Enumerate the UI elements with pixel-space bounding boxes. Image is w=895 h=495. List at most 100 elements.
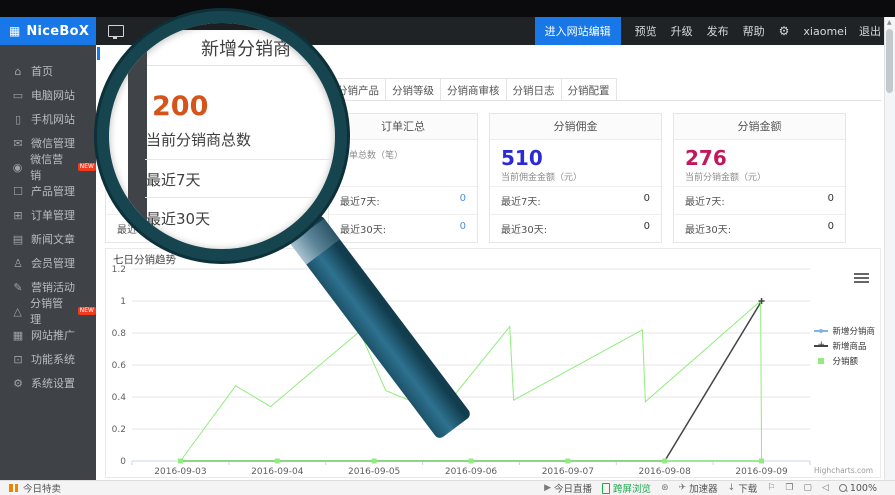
sidebar-item-1[interactable]: ▭ 电脑网站 [0, 83, 96, 107]
sidebar-item-8[interactable]: ♙ 会员管理 [0, 251, 96, 275]
sidebar-item-2[interactable]: ▯手机网站 [0, 107, 96, 131]
sidebar-item-4[interactable]: ◉微信营销NEW [0, 155, 96, 179]
sidebar-item-11[interactable]: ▦网站推广 [0, 323, 96, 347]
svg-text:1.2: 1.2 [112, 265, 126, 275]
card-header: 订单汇总 [329, 114, 477, 140]
status-bar: 今日特卖 ▶ 今日直播 跨屏浏览 ⊛ ✈ 加速器 ↓ 下载 ⚐ ❐ ▢ ◁ 10… [0, 480, 895, 495]
card-label: 当前分销金额（元） [685, 170, 834, 183]
legend-new-products[interactable]: + 新增商品 [814, 340, 875, 352]
sidebar-item-label: 电脑网站 [31, 87, 75, 103]
svg-text:2016-09-03: 2016-09-03 [154, 467, 206, 477]
new-badge: NEW [78, 307, 96, 315]
tab-distributor-review[interactable]: 分销商审核 [440, 78, 507, 100]
row-label: 最近30天: [501, 221, 547, 236]
sidebar-item-label: 产品管理 [31, 183, 75, 199]
chart-legend: 新增分销商 + 新增商品 分销额 [814, 325, 875, 370]
row-value[interactable]: 0 [460, 221, 466, 236]
legend-new-distributors[interactable]: 新增分销商 [814, 325, 875, 337]
svg-text:0.4: 0.4 [112, 393, 127, 403]
sidebar-item-label: 营销活动 [31, 279, 75, 295]
divider [147, 65, 335, 66]
enter-site-edit-button[interactable]: 进入网站编辑 [535, 17, 621, 45]
sidebar-item-13[interactable]: ⚙ 系统设置 [0, 371, 96, 395]
tab-distribution-log[interactable]: 分销日志 [506, 78, 562, 100]
highcharts-credit[interactable]: Highcharts.com [814, 466, 873, 475]
sidebar-item-12[interactable]: ⊡功能系统 [0, 347, 96, 371]
row-value: 0 [828, 221, 834, 236]
phone-screen-icon [602, 483, 610, 494]
card-distribution-amount: 分销金额 276 当前分销金额（元） 最近7天:0 最近30天:0 [673, 113, 846, 243]
zoom-level-item[interactable]: 100% [839, 483, 877, 494]
row-value[interactable]: 0 [460, 193, 466, 208]
play-icon: ▶ [544, 483, 551, 493]
scroll-up-icon[interactable]: ▲ [887, 19, 892, 26]
scrollbar-thumb[interactable] [886, 29, 893, 93]
svg-text:0.2: 0.2 [112, 425, 126, 435]
wechat-icon: ✉ [12, 137, 24, 150]
svg-text:2016-09-07: 2016-09-07 [542, 467, 594, 477]
member-icon: ♙ [12, 257, 24, 270]
card-value: 276 [685, 147, 834, 169]
chart-menu-icon[interactable] [854, 273, 869, 285]
svg-text:0.8: 0.8 [112, 329, 127, 339]
sidebar-item-5[interactable]: ☐ 产品管理 [0, 179, 96, 203]
tab-distribution-levels[interactable]: 分销等级 [385, 78, 441, 100]
username[interactable]: xiaomei [803, 25, 847, 38]
svg-text:2016-09-04: 2016-09-04 [251, 467, 304, 477]
circle-tool-item[interactable]: ⊛ [661, 483, 669, 493]
sidebar-item-label: 系统设置 [31, 375, 75, 391]
sidebar-item-10[interactable]: △分销管理NEW [0, 299, 96, 323]
sidebar-item-0[interactable]: ⌂首页 [0, 59, 96, 83]
folder-item[interactable]: ❐ [785, 483, 793, 493]
preview-link[interactable]: 预览 [635, 23, 657, 39]
row-value: 0 [828, 193, 834, 208]
window-title-strip [0, 0, 895, 17]
publish-link[interactable]: 发布 [707, 23, 729, 39]
flag-item[interactable]: ⚐ [767, 483, 775, 493]
todays-deal-link[interactable]: 今日特卖 [23, 481, 61, 495]
logo[interactable]: ▦ NiceBoX [0, 17, 96, 45]
card-commission: 分销佣金 510 当前佣金金额（元） 最近7天:0 最近30天:0 [489, 113, 662, 243]
rocket-icon: ✈ [679, 483, 687, 493]
chart-panel: 七日分销趋势 00.20.40.60.811.22016-09-032016-0… [105, 248, 881, 478]
settings-icon: ⚙ [12, 377, 24, 390]
gear-icon[interactable]: ⚙ [779, 24, 790, 38]
sidebar-item-7[interactable]: ▤新闻文章 [0, 227, 96, 251]
cross-screen-item[interactable]: 跨屏浏览 [602, 481, 651, 495]
help-link[interactable]: 帮助 [743, 23, 765, 39]
order-icon: ⊞ [12, 209, 24, 222]
news-icon: ▤ [12, 233, 24, 246]
circle-icon: ⊛ [661, 483, 669, 493]
topbar-actions: 进入网站编辑 预览 升级 发布 帮助 ⚙ xiaomei 退出 [535, 17, 895, 45]
window-item[interactable]: ▢ [803, 483, 812, 493]
wechat-marketing-icon: ◉ [12, 161, 23, 174]
sidebar-item-6[interactable]: ⊞订单管理 [0, 203, 96, 227]
row-label: 最近7天: [340, 193, 380, 208]
download-icon: ↓ [728, 483, 736, 493]
magnified-sidebar-edge [128, 29, 147, 249]
svg-text:2016-09-05: 2016-09-05 [348, 467, 400, 477]
desktop-icon: ▭ [12, 89, 24, 102]
live-today-item[interactable]: ▶ 今日直播 [544, 481, 592, 495]
upgrade-link[interactable]: 升级 [671, 23, 693, 39]
logout-link[interactable]: 退出 [859, 23, 881, 39]
tab-distribution-config[interactable]: 分销配置 [561, 78, 617, 100]
vertical-scrollbar[interactable]: ▲ [884, 17, 895, 480]
speaker-item[interactable]: ◁ [822, 483, 829, 493]
product-icon: ☐ [12, 185, 24, 198]
magnified-big-value: 200 [152, 91, 208, 122]
legend-distribution-amount[interactable]: 分销额 [814, 355, 875, 367]
campaign-icon: ✎ [12, 281, 24, 294]
sidebar-item-label: 会员管理 [31, 255, 75, 271]
download-item[interactable]: ↓ 下载 [728, 481, 758, 495]
app-window: ▦ NiceBoX 进入网站编辑 预览 升级 发布 帮助 ⚙ xiaomei 退… [0, 0, 895, 495]
promotion-icon: ▦ [12, 329, 24, 342]
accelerator-item[interactable]: ✈ 加速器 [679, 481, 718, 495]
trend-line-chart: 00.20.40.60.811.22016-09-032016-09-04201… [106, 265, 826, 477]
svg-text:2016-09-06: 2016-09-06 [445, 467, 498, 477]
line-plus-marker-icon: + [814, 342, 828, 350]
distribution-icon: △ [12, 305, 23, 318]
logo-text: NiceBoX [26, 24, 89, 39]
page-title-accent [97, 47, 100, 60]
row-label: 最近7天: [501, 193, 541, 208]
